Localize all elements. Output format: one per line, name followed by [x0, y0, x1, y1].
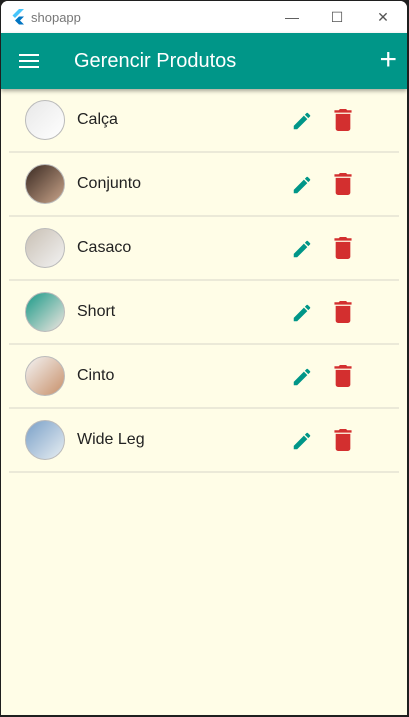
product-row: Cinto [9, 345, 399, 409]
product-avatar [25, 356, 65, 396]
product-avatar [25, 100, 65, 140]
delete-icon[interactable] [334, 365, 352, 387]
edit-icon[interactable] [291, 110, 313, 132]
menu-icon[interactable] [19, 50, 39, 72]
product-name: Cinto [77, 367, 115, 384]
page-title: Gerencir Produtos [74, 49, 237, 72]
product-name: Conjunto [77, 175, 142, 192]
product-row: Wide Leg [9, 409, 399, 473]
window-title: shopapp [31, 9, 81, 25]
title-bar: shopapp — ☐ ✕ [1, 1, 407, 33]
product-row: Short [9, 281, 399, 345]
product-name: Short [77, 303, 116, 320]
flutter-logo-icon [12, 9, 24, 25]
close-button[interactable]: ✕ [360, 1, 406, 33]
delete-icon[interactable] [334, 109, 352, 131]
product-avatar [25, 420, 65, 460]
product-list: Calça Conjunto Casaco Short Cinto Wide L… [1, 89, 407, 473]
delete-icon[interactable] [334, 301, 352, 323]
app-window: shopapp — ☐ ✕ Gerencir Produtos + Calça … [1, 1, 407, 715]
app-bar: Gerencir Produtos + [1, 33, 407, 89]
product-name: Wide Leg [77, 431, 145, 448]
product-row: Conjunto [9, 153, 399, 217]
edit-icon[interactable] [291, 430, 313, 452]
delete-icon[interactable] [334, 173, 352, 195]
edit-icon[interactable] [291, 302, 313, 324]
product-avatar [25, 228, 65, 268]
delete-icon[interactable] [334, 429, 352, 451]
product-name: Casaco [77, 239, 132, 256]
product-row: Calça [9, 89, 399, 153]
minimize-button[interactable]: — [269, 1, 315, 33]
delete-icon[interactable] [334, 237, 352, 259]
edit-icon[interactable] [291, 366, 313, 388]
product-avatar [25, 164, 65, 204]
product-avatar [25, 292, 65, 332]
add-product-button[interactable]: + [379, 43, 397, 77]
edit-icon[interactable] [291, 238, 313, 260]
maximize-button[interactable]: ☐ [314, 1, 360, 33]
product-name: Calça [77, 111, 118, 128]
product-row: Casaco [9, 217, 399, 281]
edit-icon[interactable] [291, 174, 313, 196]
